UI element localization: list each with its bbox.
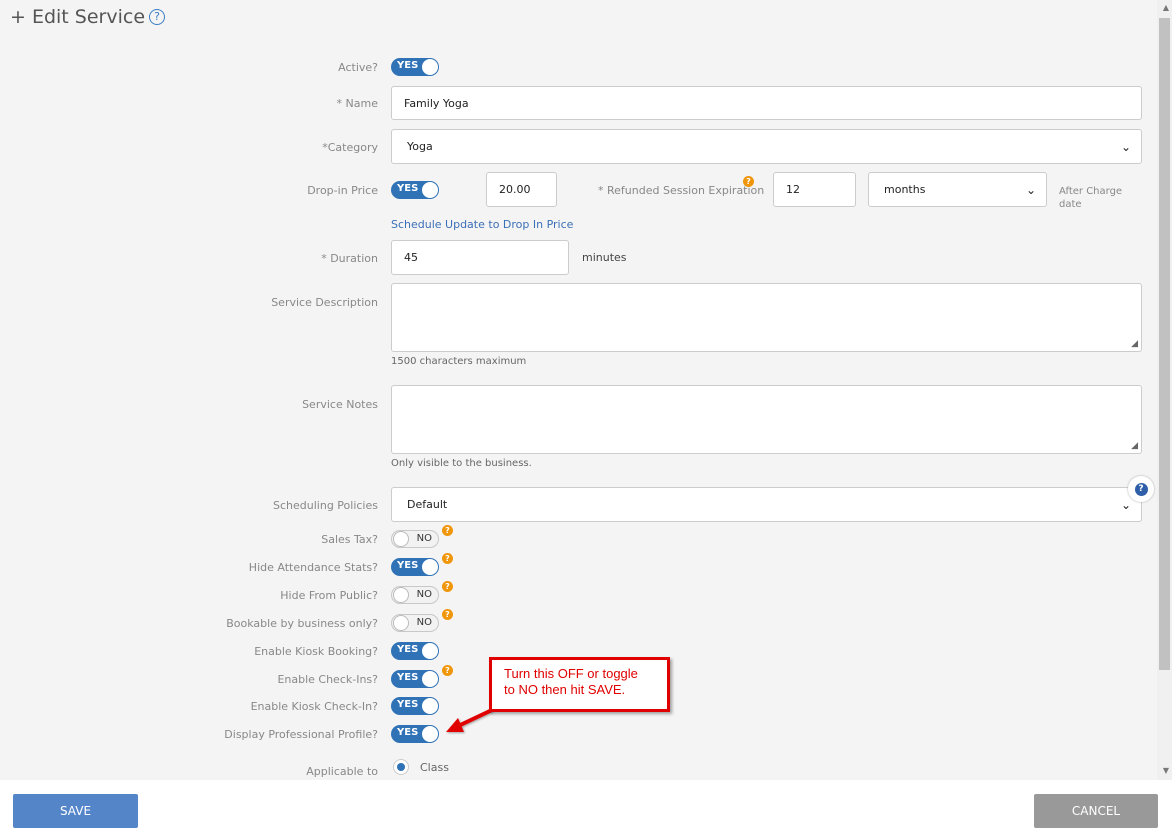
refund-value: 12 (786, 183, 800, 196)
toggle-state: YES (397, 183, 419, 194)
scroll-up-icon[interactable]: ▲ (1163, 3, 1169, 12)
sales-tax-toggle[interactable]: NO (391, 530, 439, 548)
policies-label: Scheduling Policies (273, 499, 378, 512)
notes-label: Service Notes (302, 398, 378, 411)
dropin-price-input[interactable]: 20.00 (486, 172, 557, 207)
refund-unit-value: months (884, 183, 926, 196)
question-icon[interactable]: ? (442, 581, 453, 592)
hide-public-toggle[interactable]: NO (391, 586, 439, 604)
question-icon[interactable]: ? (442, 553, 453, 564)
toggle-state: YES (397, 560, 419, 571)
active-toggle[interactable]: YES (391, 58, 439, 76)
toggle-knob (393, 615, 409, 631)
cancel-button[interactable]: CANCEL (1034, 794, 1158, 828)
toggle-state: YES (397, 699, 419, 710)
class-radio-label: Class (420, 761, 449, 774)
scroll-thumb[interactable] (1159, 18, 1170, 670)
name-value: Family Yoga (404, 96, 469, 110)
hide-attendance-toggle[interactable]: YES (391, 558, 439, 576)
question-icon[interactable]: ? (743, 176, 754, 187)
toggle-state: YES (397, 727, 419, 738)
kiosk-booking-label: Enable Kiosk Booking? (254, 645, 378, 658)
vertical-scrollbar[interactable]: ▲ ▼ (1157, 0, 1172, 780)
description-textarea[interactable]: ◢ (391, 283, 1142, 352)
refund-label: * Refunded Session Expiration (598, 184, 765, 197)
toggle-state: YES (397, 60, 419, 71)
toggle-knob (422, 726, 438, 742)
after-charge-line1: After Charge (1059, 186, 1123, 197)
notes-textarea[interactable]: ◢ (391, 385, 1142, 454)
resize-handle-icon[interactable]: ◢ (1131, 339, 1138, 349)
description-label: Service Description (271, 296, 378, 309)
schedule-update-link[interactable]: Schedule Update to Drop In Price (391, 218, 573, 231)
duration-input[interactable]: 45 (391, 240, 569, 275)
check-ins-label: Enable Check-Ins? (277, 673, 378, 686)
page-title-text: + Edit Service (10, 6, 146, 28)
check-ins-toggle[interactable]: YES (391, 670, 439, 688)
annotation-callout: Turn this OFF or toggle to NO then hit S… (489, 657, 670, 712)
notes-hint: Only visible to the business. (391, 458, 532, 469)
toggle-state: NO (416, 533, 432, 544)
bookable-toggle[interactable]: NO (391, 614, 439, 632)
chevron-down-icon: ⌄ (1120, 497, 1131, 512)
policies-select[interactable]: Default ⌄ (391, 487, 1142, 522)
after-charge-text: After Charge date (1059, 185, 1122, 211)
policies-value: Default (407, 498, 448, 511)
sales-tax-label: Sales Tax? (321, 533, 378, 546)
class-radio[interactable] (393, 759, 409, 775)
description-hint: 1500 characters maximum (391, 356, 527, 367)
toggle-knob (422, 59, 438, 75)
resize-handle-icon[interactable]: ◢ (1131, 441, 1138, 451)
save-button[interactable]: SAVE (13, 794, 138, 828)
professional-profile-toggle[interactable]: YES (391, 725, 439, 743)
help-widget-icon[interactable]: ? (1128, 476, 1154, 502)
footer-bar (0, 780, 1172, 840)
question-icon[interactable]: ? (442, 609, 453, 620)
dropin-toggle[interactable]: YES (391, 181, 439, 199)
question-icon[interactable]: ? (442, 665, 453, 676)
annotation-line2: to NO then hit SAVE. (504, 682, 626, 697)
toggle-state: NO (416, 589, 432, 600)
category-value: Yoga (407, 140, 433, 153)
toggle-knob (393, 531, 409, 547)
toggle-state: YES (397, 672, 419, 683)
toggle-knob (422, 698, 438, 714)
duration-label: * Duration (321, 252, 378, 265)
toggle-knob (422, 559, 438, 575)
page-title: + Edit Service? (10, 6, 166, 28)
toggle-knob (422, 182, 438, 198)
dropin-price-value: 20.00 (499, 183, 531, 196)
toggle-state: YES (397, 644, 419, 655)
hide-attendance-label: Hide Attendance Stats? (248, 561, 378, 574)
duration-unit: minutes (582, 251, 627, 264)
category-select[interactable]: Yoga ⌄ (391, 129, 1142, 164)
refund-value-input[interactable]: 12 (773, 172, 856, 207)
active-label: Active? (338, 61, 378, 74)
hide-public-label: Hide From Public? (280, 589, 378, 602)
kiosk-booking-toggle[interactable]: YES (391, 642, 439, 660)
after-charge-line2: date (1059, 199, 1082, 210)
scroll-down-icon[interactable]: ▼ (1163, 766, 1169, 775)
professional-profile-label: Display Professional Profile? (224, 728, 378, 741)
duration-value: 45 (404, 251, 418, 264)
name-input[interactable]: Family Yoga (391, 86, 1142, 120)
toggle-knob (393, 587, 409, 603)
chevron-down-icon: ⌄ (1025, 182, 1036, 197)
kiosk-checkin-label: Enable Kiosk Check-In? (250, 700, 378, 713)
bookable-label: Bookable by business only? (226, 617, 378, 630)
applicable-label: Applicable to (306, 765, 378, 778)
toggle-knob (422, 643, 438, 659)
annotation-line1: Turn this OFF or toggle (504, 666, 638, 681)
toggle-knob (422, 671, 438, 687)
toggle-state: NO (416, 617, 432, 628)
refund-unit-select[interactable]: months ⌄ (868, 172, 1047, 207)
dropin-label: Drop-in Price (307, 184, 378, 197)
category-label: *Category (322, 141, 378, 154)
name-label: * Name (336, 97, 378, 110)
question-icon[interactable]: ? (442, 525, 453, 536)
chevron-down-icon: ⌄ (1120, 139, 1131, 154)
kiosk-checkin-toggle[interactable]: YES (391, 697, 439, 715)
help-icon[interactable]: ? (149, 9, 166, 25)
